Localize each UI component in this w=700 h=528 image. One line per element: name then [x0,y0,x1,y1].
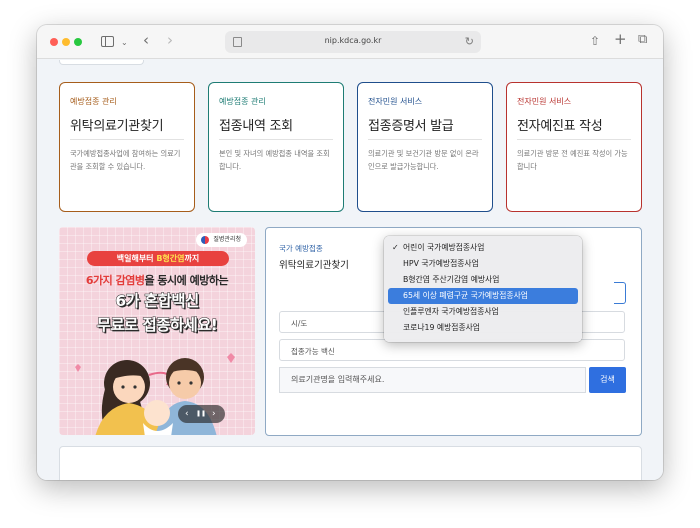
dropdown-option-label: 코로나19 예방접종사업 [403,323,480,332]
heart-icon [227,353,235,363]
baby-face [144,400,170,426]
address-bar[interactable]: nip.kdca.go.kr ↻ [225,31,481,53]
kdca-logo-icon [201,236,210,244]
banner-headline: 6가 혼합백신 [115,292,200,311]
dropdown-option[interactable]: 65세 이상 폐렴구균 국가예방접종사업 [388,288,578,304]
tab-overview-icon[interactable]: ⧉ [638,33,647,46]
card-category: 예방접종 관리 [70,97,117,106]
reload-icon[interactable]: ↻ [465,35,474,48]
carousel-prev-button[interactable]: ‹ [185,405,189,423]
carousel-next-button[interactable]: › [212,405,216,423]
vaccine-select-label: 접종가능 백신 [291,347,335,356]
program-dropdown-menu: ✓ 어린이 국가예방접종사업 HPV 국가예방접종사업 B형간염 주산기감염 예방사업… [384,236,582,342]
dropdown-option[interactable]: 코로나19 예방접종사업 [388,320,578,336]
banner-pill-text: 백일해부터 [116,254,157,263]
checkmark-icon: ✓ [392,243,399,252]
card-divider [70,139,184,140]
card-category: 예방접종 관리 [219,97,266,106]
card-description: 국가예방접종사업에 참여하는 의료기관을 조회할 수 있습니다. [70,149,181,171]
eye [121,385,125,389]
eye [133,385,137,389]
dropdown-option-label: HPV 국가예방접종사업 [403,259,479,268]
promo-banner[interactable]: 질병관리청 백일해부터 B형간염까지 6가지 감염병을 동시에 예방하는 6가 … [59,227,255,435]
banner-pill-highlight: B형간염 [156,254,185,263]
card-divider [219,139,333,140]
program-select[interactable] [614,282,626,304]
dropdown-option[interactable]: ✓ 어린이 국가예방접종사업 [388,240,578,256]
vaccine-select[interactable]: 접종가능 백신 [279,339,625,361]
eye [177,381,181,385]
url-text: nip.kdca.go.kr [324,36,382,45]
card-title: 접종내역 조회 [219,119,293,134]
browser-toolbar: ⌄ ‹ › nip.kdca.go.kr ↻ ⇧ + ⧉ [37,25,663,59]
banner-pill: 백일해부터 B형간염까지 [87,251,229,266]
institution-name-input[interactable]: 의료기관명을 입력해주세요. [279,367,586,393]
card-e-prescreening[interactable]: 전자민원 서비스 전자예진표 작성 의료기관 방문 전 예진표 작성이 가능합니… [506,82,642,212]
card-description: 의료기관 및 보건기관 방문 없이 온라인으로 발급가능합니다. [368,149,479,171]
card-category: 전자민원 서비스 [517,97,572,106]
close-window-button[interactable] [50,38,58,46]
eye [189,381,193,385]
card-title: 접종증명서 발급 [368,119,454,134]
card-find-institution[interactable]: 예방접종 관리 위탁의료기관찾기 국가예방접종사업에 참여하는 의료기관을 조회… [59,82,195,212]
sidebar-toggle-icon[interactable] [101,36,114,47]
dropdown-option-label: 어린이 국가예방접종사업 [403,243,485,252]
bottom-panel [59,446,642,480]
new-tab-icon[interactable]: + [614,32,627,47]
carousel-pause-button[interactable]: ❚❚ [196,405,206,423]
dropdown-option-label: B형간염 주산기감염 예방사업 [403,275,500,284]
card-description: 의료기관 방문 전 예진표 작성이 가능합니다 [517,149,628,171]
dropdown-option[interactable]: 인플루엔자 국가예방접종사업 [388,304,578,320]
back-icon[interactable]: ‹ [143,33,149,48]
kdca-logo-text: 질병관리청 [213,236,241,243]
dropdown-option[interactable]: HPV 국가예방접종사업 [388,256,578,272]
card-category: 전자민원 서비스 [368,97,423,106]
share-icon[interactable]: ⇧ [590,35,600,47]
top-panel-edge [59,60,144,65]
search-category: 국가 예방접종 [279,244,323,253]
chevron-down-icon[interactable]: ⌄ [121,37,128,49]
zoom-window-button[interactable] [74,38,82,46]
card-divider [517,139,631,140]
banner-subheadline-text: 을 동시에 예방하는 [144,274,229,287]
minimize-window-button[interactable] [62,38,70,46]
card-description: 본인 및 자녀의 예방접종 내역을 조회합니다. [219,149,330,171]
card-title: 위탁의료기관찾기 [70,119,164,134]
card-certificate-issue[interactable]: 전자민원 서비스 접종증명서 발급 의료기관 및 보건기관 방문 없이 온라인으… [357,82,493,212]
dropdown-option-label: 인플루엔자 국가예방접종사업 [403,307,499,316]
banner-subheadline: 6가지 감염병을 동시에 예방하는 [67,272,247,288]
forward-icon[interactable]: › [167,33,173,48]
father-face [169,367,201,399]
heart-icon [75,364,81,372]
carousel-controls: ‹ ❚❚ › [178,405,225,423]
card-divider [368,139,482,140]
search-button[interactable]: 검색 [589,367,626,393]
card-title: 전자예진표 작성 [517,119,603,134]
search-title: 위탁의료기관찾기 [279,260,349,271]
dropdown-option-label: 65세 이상 폐렴구균 국가예방접종사업 [403,291,528,300]
region-select-label: 시/도 [291,319,308,328]
banner-subheadline-highlight: 6가지 감염병 [85,274,145,287]
dropdown-option[interactable]: B형간염 주산기감염 예방사업 [388,272,578,288]
card-vaccination-history[interactable]: 예방접종 관리 접종내역 조회 본인 및 자녀의 예방접종 내역을 조회합니다. [208,82,344,212]
kdca-logo: 질병관리청 [196,233,247,247]
banner-pill-suffix: 까지 [184,254,200,263]
family-illustration [75,353,235,435]
banner-headline-2: 무료로 접종하세요! [96,316,218,335]
